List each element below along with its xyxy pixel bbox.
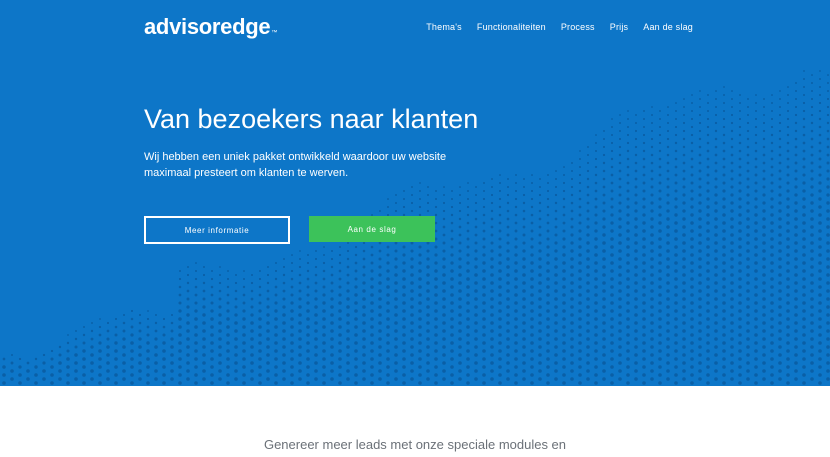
hero-subtitle: Wij hebben een uniek pakket ontwikkeld w… (144, 151, 447, 179)
main-nav: Thema's Functionaliteiten Process Prijs … (426, 21, 693, 33)
nav-item-themas[interactable]: Thema's (426, 21, 462, 33)
more-info-button[interactable]: Meer informatie (144, 216, 290, 244)
logo-text: advisoredge (144, 14, 271, 39)
dot-pattern-background (2, 70, 830, 385)
nav-item-process[interactable]: Process (561, 21, 595, 33)
logo[interactable]: advisoredge™ (144, 12, 277, 42)
hero-title: Van bezoekers naar klanten (144, 104, 479, 134)
hero-section: advisoredge™ Thema's Functionaliteiten P… (0, 0, 830, 386)
section-intro-text: Genereer meer leads met onze speciale mo… (263, 437, 567, 452)
get-started-button[interactable]: Aan de slag (309, 216, 435, 242)
nav-item-prijs[interactable]: Prijs (610, 21, 629, 33)
nav-item-aan-de-slag[interactable]: Aan de slag (643, 21, 693, 33)
logo-trademark: ™ (271, 30, 278, 36)
nav-item-functionaliteiten[interactable]: Functionaliteiten (477, 21, 546, 33)
